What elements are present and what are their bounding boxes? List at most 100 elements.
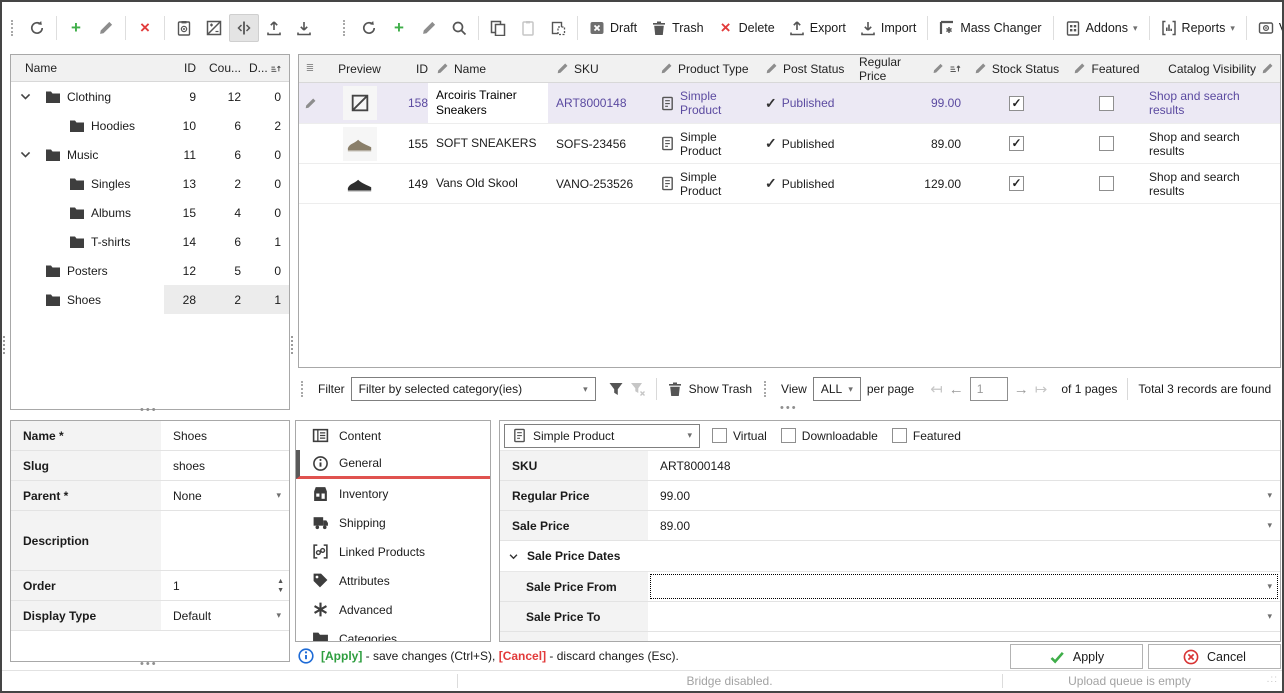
draft-button[interactable]: Draft xyxy=(582,14,644,42)
edit-product-button[interactable] xyxy=(414,14,444,42)
field-value[interactable]: Shoes xyxy=(161,421,289,450)
refresh-categories-button[interactable] xyxy=(22,14,52,42)
flag-featured[interactable]: Featured xyxy=(892,428,961,443)
column-header-regular-price[interactable]: Regular Price xyxy=(859,55,969,83)
expander-icon[interactable] xyxy=(19,90,32,103)
product-row-158[interactable]: 158 Arcoiris Trainer Sneakers ART8000148… xyxy=(299,83,1280,124)
tab-shipping[interactable]: Shipping xyxy=(296,508,490,537)
category-row-shoes[interactable]: Shoes 28 2 1 xyxy=(11,285,289,314)
form-splitter-handle[interactable]: ••• xyxy=(140,662,158,666)
page-number-input[interactable]: 1 xyxy=(970,377,1008,401)
add-category-button[interactable]: + xyxy=(61,14,91,42)
featured-checkbox[interactable] xyxy=(1099,96,1114,111)
tab-linked-products[interactable]: Linked Products xyxy=(296,537,490,566)
tab-advanced[interactable]: Advanced xyxy=(296,595,490,624)
column-header-count[interactable]: Cou... xyxy=(204,61,249,75)
editor-field-value[interactable]: 89.00 ▾ xyxy=(648,511,1280,540)
column-header-id[interactable]: ID xyxy=(164,61,204,75)
delete-product-button[interactable]: ×Delete xyxy=(711,14,782,42)
spin-down-icon[interactable]: ▼ xyxy=(277,587,284,594)
column-header-id[interactable]: ID xyxy=(398,62,428,76)
field-value[interactable]: 1▲▼ xyxy=(161,571,289,600)
apply-filter-icon[interactable] xyxy=(608,381,624,397)
tab-attributes[interactable]: Attributes xyxy=(296,566,490,595)
left-splitter-grip[interactable] xyxy=(3,336,9,354)
filter-bar-grip[interactable] xyxy=(301,381,307,397)
category-row-posters[interactable]: Posters 12 5 0 xyxy=(11,256,289,285)
expander-icon[interactable] xyxy=(19,148,32,161)
spinner-buttons[interactable]: ▲▼ xyxy=(277,578,284,594)
column-header-order[interactable]: D... xyxy=(249,61,289,75)
featured-checkbox[interactable] xyxy=(1099,176,1114,191)
image-settings-button[interactable] xyxy=(199,14,229,42)
trash-icon[interactable] xyxy=(667,381,683,397)
product-type-dropdown[interactable]: Simple Product ▾ xyxy=(504,424,700,448)
catalog-visibility-cell[interactable]: Shop and search results xyxy=(1149,89,1280,117)
spin-up-icon[interactable]: ▲ xyxy=(277,578,284,585)
stock-status-checkbox[interactable] xyxy=(1009,176,1024,191)
add-product-button[interactable]: + xyxy=(384,14,414,42)
column-header-name[interactable]: Name xyxy=(428,62,548,76)
copy-button[interactable] xyxy=(483,14,513,42)
resize-grip[interactable]: .:: xyxy=(1267,674,1278,685)
pager-grip[interactable] xyxy=(764,381,770,397)
flag-downloadable[interactable]: Downloadable xyxy=(781,428,878,443)
product-name[interactable]: Arcoiris Trainer Sneakers xyxy=(428,83,548,123)
reports-button[interactable]: Reports▾ xyxy=(1154,14,1242,42)
stock-status-checkbox[interactable] xyxy=(1009,96,1024,111)
paste-special-button[interactable] xyxy=(543,14,573,42)
search-button[interactable] xyxy=(444,14,474,42)
product-name[interactable]: SOFT SNEAKERS xyxy=(428,136,548,151)
last-page-button[interactable]: ↦ xyxy=(1035,382,1048,397)
edit-category-button[interactable] xyxy=(91,14,121,42)
column-header-sku[interactable]: SKU xyxy=(548,62,654,76)
cancel-button[interactable]: Cancel xyxy=(1148,644,1281,669)
regular-price-cell[interactable]: 129.00 xyxy=(859,177,969,191)
field-value[interactable]: shoes xyxy=(161,451,289,480)
grid-splitter-handle[interactable]: ••• xyxy=(780,406,798,410)
category-row-albums[interactable]: Albums 15 4 0 xyxy=(11,198,289,227)
center-splitter-grip[interactable] xyxy=(291,336,297,354)
paste-button[interactable] xyxy=(513,14,543,42)
catalog-visibility-cell[interactable]: Shop and search results xyxy=(1149,170,1280,198)
product-grid-header[interactable]: ≣ Preview ID Name SKU Product Type Post … xyxy=(299,55,1280,83)
category-filter-dropdown[interactable]: Filter by selected category(ies)▾ xyxy=(351,377,596,401)
product-row-149[interactable]: 149 Vans Old Skool VANO-253526 Simple Pr… xyxy=(299,164,1280,204)
category-row-clothing[interactable]: Clothing 9 12 0 xyxy=(11,82,289,111)
post-status-cell[interactable]: ✓Published xyxy=(759,95,859,112)
column-header-stock-status[interactable]: Stock Status xyxy=(969,62,1064,76)
toolbar-grip[interactable] xyxy=(343,20,349,36)
refresh-products-button[interactable] xyxy=(354,14,384,42)
product-name[interactable]: Vans Old Skool xyxy=(428,176,548,191)
featured-checkbox[interactable] xyxy=(892,428,907,443)
export-button[interactable]: Export xyxy=(782,14,853,42)
product-sku[interactable]: SOFS-23456 xyxy=(548,137,654,151)
trash-button[interactable]: Trash xyxy=(644,14,711,42)
next-page-button[interactable]: → xyxy=(1014,382,1029,397)
flag-virtual[interactable]: Virtual xyxy=(712,428,767,443)
product-type-cell[interactable]: Simple Product xyxy=(654,130,759,158)
import-button[interactable]: Import xyxy=(853,14,923,42)
category-row-t-shirts[interactable]: T-shirts 14 6 1 xyxy=(11,227,289,256)
post-status-cell[interactable]: ✓Published xyxy=(759,135,859,152)
apply-button[interactable]: Apply xyxy=(1010,644,1143,669)
first-page-button[interactable]: ↤ xyxy=(930,382,943,397)
catalog-visibility-cell[interactable]: Shop and search results xyxy=(1149,130,1280,158)
addons-button[interactable]: Addons▾ xyxy=(1058,14,1145,42)
split-view-button[interactable] xyxy=(229,14,259,42)
field-value[interactable]: None▾ xyxy=(161,481,289,510)
product-sku[interactable]: VANO-253526 xyxy=(548,177,654,191)
import-categories-button[interactable] xyxy=(289,14,319,42)
show-trash-label[interactable]: Show Trash xyxy=(689,382,752,396)
previous-page-button[interactable]: ← xyxy=(949,382,964,397)
export-categories-button[interactable] xyxy=(259,14,289,42)
delete-category-button[interactable]: × xyxy=(130,14,160,42)
product-row-155[interactable]: 155 SOFT SNEAKERS SOFS-23456 Simple Prod… xyxy=(299,124,1280,164)
product-type-cell[interactable]: Simple Product xyxy=(654,170,759,198)
regular-price-cell[interactable]: 99.00 xyxy=(859,96,969,110)
column-header-product-type[interactable]: Product Type xyxy=(654,62,759,76)
category-row-music[interactable]: Music 11 6 0 xyxy=(11,140,289,169)
sale-price-dates-group[interactable]: Sale Price Dates xyxy=(500,541,1280,572)
product-type-cell[interactable]: Simple Product xyxy=(654,89,759,117)
post-status-cell[interactable]: ✓Published xyxy=(759,175,859,192)
